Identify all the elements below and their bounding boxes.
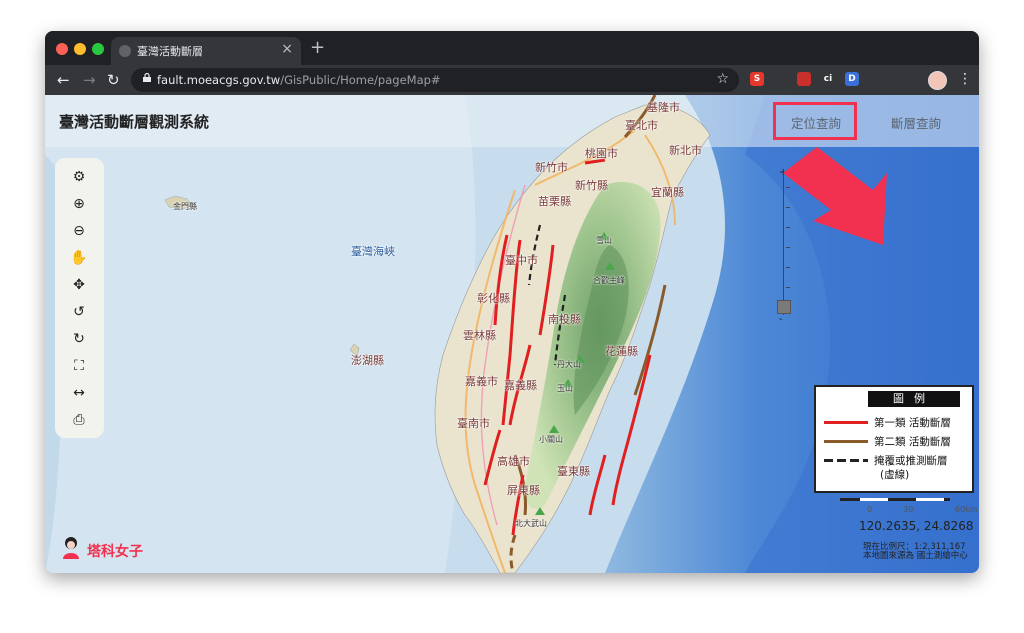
legend-label: 第一類 活動斷層: [874, 417, 951, 429]
map-label: 臺東縣: [557, 465, 590, 478]
avatar[interactable]: [928, 71, 947, 90]
pan-hand-icon[interactable]: ✋: [67, 247, 91, 269]
map-label: 苗栗縣: [538, 195, 571, 208]
map-label: 新竹市: [535, 161, 568, 174]
lock-icon: [143, 73, 151, 82]
scale-bar: [840, 498, 950, 501]
pocket-icon[interactable]: [773, 72, 787, 86]
map-label: 澎湖縣: [351, 354, 384, 367]
new-tab-button[interactable]: +: [310, 39, 325, 57]
url-text: fault.moeacgs.gov.tw/GisPublic/Home/page…: [157, 73, 441, 87]
map-label: 臺灣海峽: [351, 245, 395, 258]
map-label: 新竹縣: [575, 179, 608, 192]
map-label: 合歡主峰: [593, 276, 625, 285]
map-label: 雲林縣: [463, 329, 496, 342]
scale-tick: 60km: [955, 505, 978, 514]
brand-logo-icon: [63, 537, 79, 559]
highlight-box: [773, 102, 857, 140]
scale-info-line: 本地圖來源為 國土測繪中心: [863, 551, 968, 561]
globe-icon: [119, 45, 131, 57]
browser-tab[interactable]: 臺灣活動斷層 ×: [111, 37, 301, 65]
map-label: 小關山: [539, 435, 563, 444]
tab-close-button[interactable]: ×: [281, 41, 293, 57]
map-canvas[interactable]: [45, 95, 979, 573]
scale-tick: 30: [903, 505, 914, 514]
back-button[interactable]: ←: [57, 70, 70, 90]
zoom-slider-track[interactable]: [783, 175, 784, 315]
address-bar[interactable]: fault.moeacgs.gov.tw/GisPublic/Home/page…: [131, 68, 739, 92]
browser-menu-button[interactable]: ⋮: [958, 71, 972, 87]
legend-label-sub: (虛線): [880, 469, 910, 481]
zoom-out-icon[interactable]: ⊖: [67, 220, 91, 242]
brand-watermark: 塔科女子: [59, 535, 143, 563]
ci-extension-icon[interactable]: ci: [821, 72, 835, 86]
s-extension-icon[interactable]: S: [750, 72, 764, 86]
zoom-in-icon[interactable]: ⊕: [67, 193, 91, 215]
zoom-out-label[interactable]: -: [779, 314, 783, 325]
legend-label: 掩覆或推測斷層: [874, 455, 948, 467]
redo-icon[interactable]: ↻: [67, 328, 91, 350]
map-label: 金門縣: [173, 202, 197, 211]
legend-line-type2: [824, 440, 868, 443]
map-legend: 圖例 第一類 活動斷層 第二類 活動斷層 掩覆或推測斷層 (虛線): [814, 385, 974, 493]
map-label: 玉山: [557, 384, 573, 393]
zoom-tick: [786, 227, 790, 228]
zoom-tick: [786, 287, 790, 288]
cast-icon[interactable]: [897, 72, 911, 86]
move-icon[interactable]: ✥: [67, 274, 91, 296]
map-label: 宜蘭縣: [651, 186, 684, 199]
browser-window: 臺灣活動斷層 × + ← → ↻ fault.moeacgs.gov.tw/Gi…: [45, 31, 979, 573]
zoom-tick: [786, 247, 790, 248]
brand-name: 塔科女子: [87, 544, 143, 560]
map-label: 丹大山: [557, 360, 581, 369]
map-label: 嘉義縣: [504, 379, 537, 392]
site-title: 臺灣活動斷層觀測系統: [59, 113, 210, 131]
scale-tick: 0: [867, 505, 873, 514]
undo-icon[interactable]: ↺: [67, 301, 91, 323]
fault-query-link[interactable]: 斷層查詢: [891, 113, 941, 132]
zoom-tick: [786, 207, 790, 208]
map-label: 花蓮縣: [605, 345, 638, 358]
bookmark-red-icon[interactable]: [797, 72, 811, 86]
d-extension-icon[interactable]: D: [845, 72, 859, 86]
url-path: /GisPublic/Home/pageMap#: [280, 73, 441, 87]
close-window-button[interactable]: [56, 43, 68, 55]
map-label: 北大武山: [515, 519, 547, 528]
tab-title: 臺灣活動斷層: [137, 45, 203, 58]
map-label: 臺中市: [505, 254, 538, 267]
zoom-tick: [786, 187, 790, 188]
settings-icon[interactable]: ⚙: [67, 166, 91, 188]
map-label: 南投縣: [548, 313, 581, 326]
legend-title: 圖例: [868, 391, 960, 407]
map-label: 桃園市: [585, 147, 618, 160]
map-label: 屏東縣: [507, 484, 540, 497]
minimize-window-button[interactable]: [74, 43, 86, 55]
map-label: 嘉義市: [465, 375, 498, 388]
legend-label: 第二類 活動斷層: [874, 436, 951, 448]
full-extent-icon[interactable]: ⛶: [67, 355, 91, 377]
map-tool-panel: ⚙ ⊕ ⊖ ✋ ✥ ↺ ↻ ⛶ ↔ ⎙: [55, 158, 104, 438]
zoom-slider-thumb[interactable]: [777, 300, 791, 314]
map-label: 彰化縣: [477, 292, 510, 305]
puzzle-icon[interactable]: [871, 72, 885, 86]
tab-bar: 臺灣活動斷層 × +: [45, 31, 979, 65]
legend-line-dashed: [824, 459, 868, 462]
url-host: fault.moeacgs.gov.tw: [157, 73, 281, 87]
map-label: 雪山: [596, 236, 612, 245]
coordinate-readout: 120.2635, 24.8268: [859, 519, 974, 533]
map-page: 基隆市 臺北市 新北市 桃園市 新竹市 新竹縣 宜蘭縣 苗栗縣 金門縣 臺灣海峽 雪山 臺中市 合歡主峰…: [45, 95, 979, 573]
browser-toolbar: ← → ↻ fault.moeacgs.gov.tw/GisPublic/Hom…: [45, 65, 979, 95]
map-label: 高雄市: [497, 455, 530, 468]
site-header: 臺灣活動斷層觀測系統 定位查詢 斷層查詢: [45, 95, 979, 147]
print-icon[interactable]: ⎙: [67, 409, 91, 431]
bookmark-star-icon[interactable]: ☆: [716, 71, 729, 87]
reload-button[interactable]: ↻: [107, 70, 120, 90]
zoom-tick: [786, 267, 790, 268]
measure-icon[interactable]: ↔: [67, 382, 91, 404]
forward-button[interactable]: →: [83, 70, 96, 90]
maximize-window-button[interactable]: [92, 43, 104, 55]
legend-line-type1: [824, 421, 868, 424]
map-label: 臺南市: [457, 417, 490, 430]
scale-info: 現在比例尺：1:2,311,167 本地圖來源為 國土測繪中心: [863, 543, 968, 561]
